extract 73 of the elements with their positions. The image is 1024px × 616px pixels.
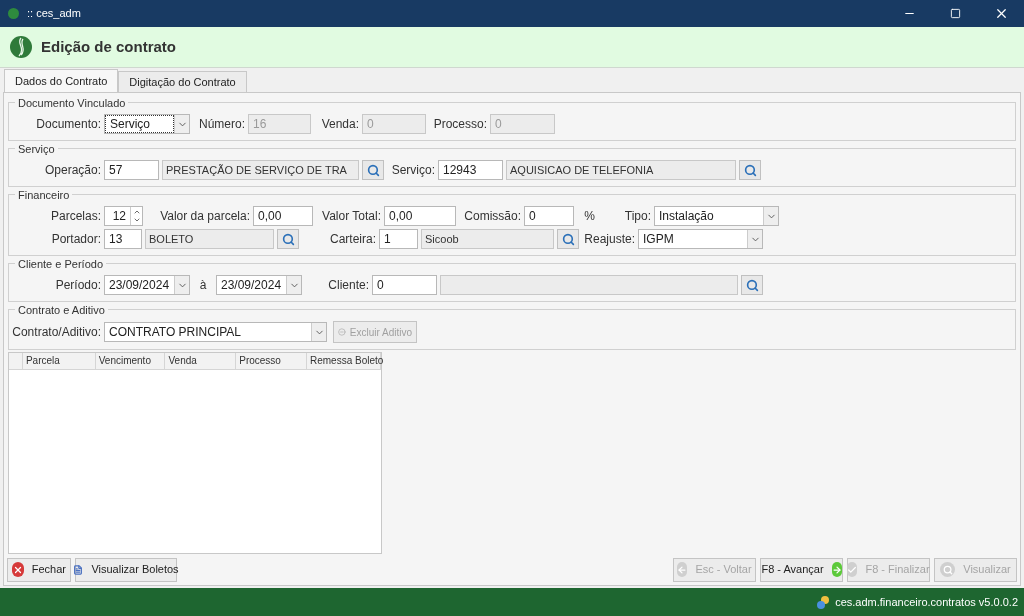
dropdown[interactable]: CONTRATO PRINCIPAL <box>104 322 327 342</box>
arrow-right-icon <box>831 562 842 577</box>
date-picker[interactable]: 23/09/2024 <box>104 275 190 295</box>
column-header[interactable]: Venda <box>165 353 237 369</box>
dropdown[interactable]: Serviço <box>104 114 190 134</box>
field-label: Serviço: <box>390 162 435 179</box>
close-icon <box>12 562 24 577</box>
field-label: Valor da parcela: <box>159 208 250 225</box>
column-header[interactable]: Parcela <box>22 353 96 369</box>
search-icon <box>745 278 759 292</box>
field-label: Portador: <box>50 231 101 248</box>
display-field: Sicoob <box>421 229 554 249</box>
search-button[interactable] <box>739 160 761 180</box>
field-label: Operação: <box>43 162 101 179</box>
leaf-logo-icon <box>10 36 32 58</box>
minus-circle-icon <box>338 326 346 338</box>
input-field[interactable]: 12943 <box>438 160 503 180</box>
arrow-left-icon <box>677 562 688 577</box>
input-field[interactable]: 13 <box>104 229 142 249</box>
field-label: % <box>583 208 596 225</box>
field-label: Contrato/Aditivo: <box>11 324 101 341</box>
field-label: Parcelas: <box>49 208 101 225</box>
search-icon <box>940 562 956 577</box>
check-icon <box>847 562 858 577</box>
display-field: PRESTAÇÃO DE SERVIÇO DE TRA <box>162 160 359 180</box>
tab[interactable]: Dados do Contrato <box>4 69 119 92</box>
page-title: Edição de contrato <box>41 36 177 57</box>
spin-box[interactable]: 12 <box>104 206 143 226</box>
field-label: à <box>198 277 208 294</box>
maximize-icon <box>949 8 961 19</box>
footer-button[interactable]: Fechar <box>7 557 71 582</box>
status-text: ces.adm.financeiro.contratos v5.0.0.2 <box>835 594 1018 610</box>
document-icon <box>73 562 84 577</box>
field-label: Reajuste: <box>583 231 635 248</box>
search-icon <box>281 232 295 246</box>
tab[interactable]: Digitação do Contrato <box>118 71 247 92</box>
search-icon <box>743 163 757 177</box>
input-field[interactable]: 0,00 <box>253 206 313 226</box>
input-field[interactable]: 0,00 <box>384 206 456 226</box>
display-field: AQUISICAO DE TELEFONIA <box>506 160 736 180</box>
column-header[interactable]: Vencimento <box>95 353 166 369</box>
search-button[interactable] <box>362 160 384 180</box>
input-field[interactable]: 57 <box>104 160 159 180</box>
input-field[interactable]: 0 <box>372 275 437 295</box>
input-field[interactable]: 0 <box>524 206 574 226</box>
dropdown[interactable]: Instalação <box>654 206 779 226</box>
gears-icon <box>816 595 831 609</box>
search-button[interactable] <box>741 275 763 295</box>
field-label: Número: <box>198 116 245 133</box>
window-title: :: ces_adm <box>27 6 81 22</box>
column-header[interactable]: Remessa Boleto <box>307 353 381 369</box>
search-icon <box>561 232 575 246</box>
field-label: Carteira: <box>329 231 376 248</box>
field-label: Valor Total: <box>321 208 381 225</box>
date-picker[interactable]: 23/09/2024 <box>216 275 302 295</box>
footer-button[interactable]: F8 - Avançar <box>760 557 843 582</box>
field-label: Cliente: <box>327 277 369 294</box>
dropdown[interactable]: IGPM <box>638 229 763 249</box>
field-label: Tipo: <box>623 208 651 225</box>
field-label: Comissão: <box>463 208 521 225</box>
field-label: Processo: <box>432 116 487 133</box>
field-label: Período: <box>54 277 101 294</box>
footer-button[interactable]: Visualizar Boletos <box>75 557 177 582</box>
search-icon <box>366 163 380 177</box>
data-grid[interactable]: Parcela Vencimento Venda Processo Remessa Boleto <box>8 352 382 554</box>
field-label: Documento: <box>35 116 101 133</box>
search-button[interactable] <box>557 229 579 249</box>
column-header[interactable]: Processo <box>236 353 307 369</box>
app-icon <box>8 8 19 19</box>
display-field: BOLETO <box>145 229 274 249</box>
input-field[interactable]: 1 <box>379 229 418 249</box>
field-label: Venda: <box>320 116 359 133</box>
search-button[interactable] <box>277 229 299 249</box>
